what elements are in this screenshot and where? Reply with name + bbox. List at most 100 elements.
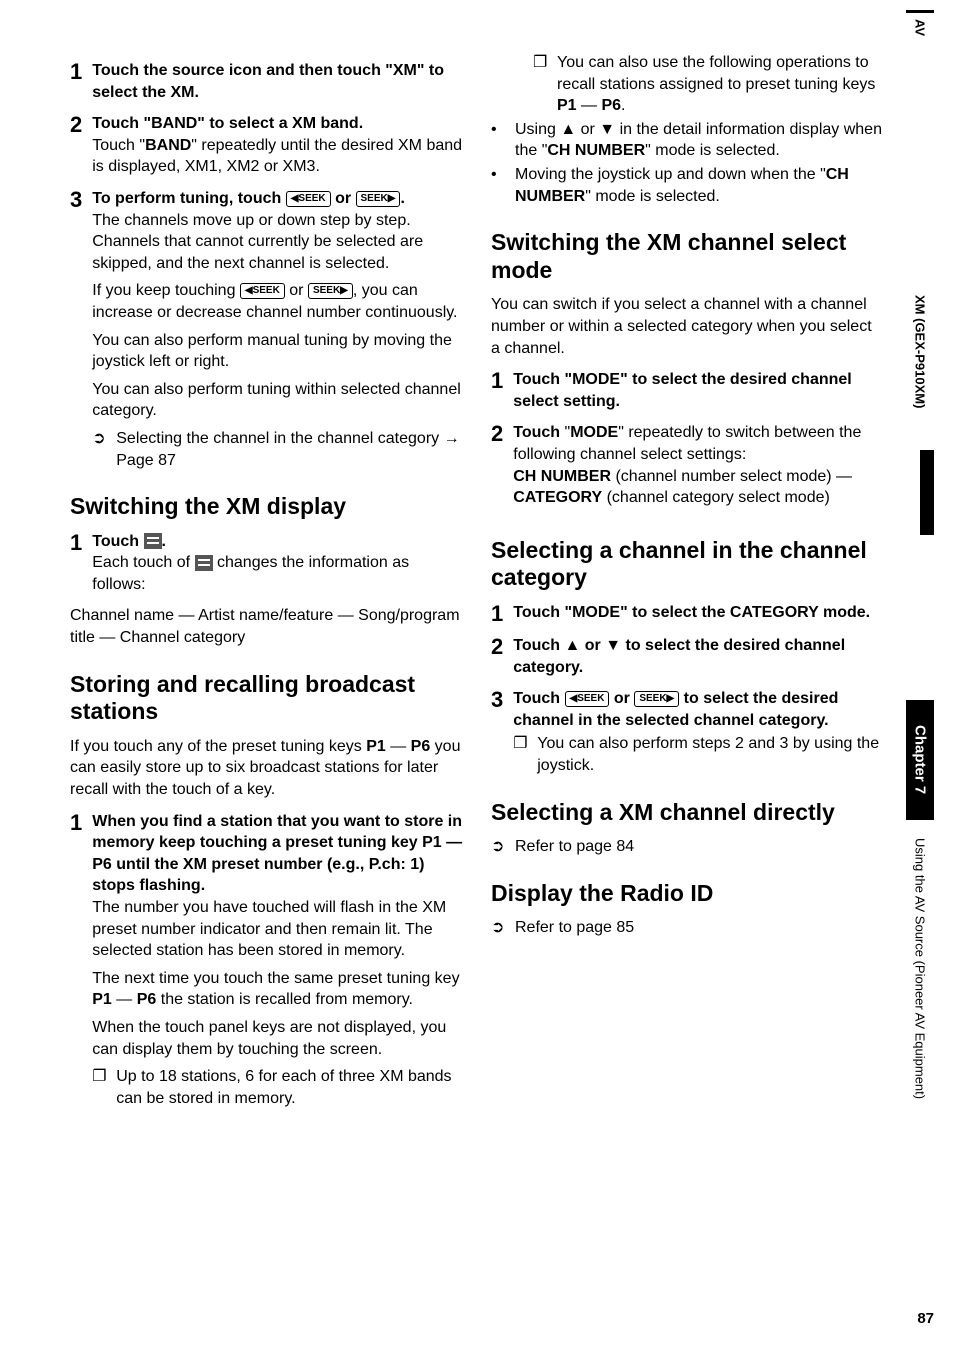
left-column: 1 Touch the source icon and then touch "… [70, 50, 463, 1113]
text-fragment: or [285, 282, 308, 299]
step-1: 1 Touch . Each touch of changes the info… [70, 531, 463, 602]
text-fragment: Refer to page 85 [515, 917, 884, 939]
tab-label: Chapter 7 [912, 725, 929, 794]
text-fragment: (channel number select mode) — [611, 468, 852, 485]
text-fragment: You can also use the following operation… [557, 54, 875, 93]
step-number: 1 [70, 531, 82, 602]
text-fragment: — [577, 97, 602, 114]
step-3: 3 To perform tuning, touch ◀SEEK or SEEK… [70, 188, 463, 471]
body-text: When the touch panel keys are not displa… [92, 1017, 463, 1060]
seek-next-icon: SEEK▶ [356, 191, 401, 207]
step-2: 2 Touch "MODE" repeatedly to switch betw… [491, 422, 884, 514]
text-fragment: Selecting the channel in the channel cat… [116, 430, 443, 447]
step-lead: To perform tuning, touch [92, 190, 285, 207]
body-text: CH NUMBER (channel number select mode) —… [513, 466, 884, 509]
step-3: 3 Touch ◀SEEK or SEEK▶ to select the des… [491, 688, 884, 776]
inline-bold: P6 [601, 97, 621, 114]
inline-bold: P6 [411, 738, 431, 755]
inline-bold: P1 [557, 97, 577, 114]
tab-label: Using the AV Source (Pioneer AV Equipmen… [913, 838, 928, 1190]
inline-bold: P6 [137, 991, 157, 1008]
side-tab-using: Using the AV Source (Pioneer AV Equipmen… [906, 830, 934, 1190]
body-text: The channels move up or down step by ste… [92, 210, 463, 275]
step-lead: Touch [92, 533, 143, 550]
text-fragment: — [386, 738, 411, 755]
body-text: You can also perform tuning within selec… [92, 379, 463, 422]
step-lead: Touch the source icon and then touch "XM… [92, 62, 444, 101]
body-text: Channel name — Artist name/feature — Son… [70, 605, 463, 648]
right-column: ❐ You can also use the following operati… [491, 50, 884, 1113]
text-fragment: If you touch any of the preset tuning ke… [70, 738, 366, 755]
text-fragment: Refer to page 84 [515, 836, 884, 858]
text-fragment: If you keep touching [92, 282, 240, 299]
text-fragment: Moving the joystick up and down when the… [515, 166, 826, 183]
text-fragment: You can also perform steps 2 and 3 by us… [537, 733, 884, 776]
text-fragment: " [560, 424, 570, 441]
step-2: 2 Touch "BAND" to select a XM band. Touc… [70, 113, 463, 178]
side-tab-chapter: Chapter 7 [906, 700, 934, 820]
seek-prev-icon: ◀SEEK [240, 283, 285, 299]
page-number: 87 [917, 1310, 934, 1327]
step-2: 2 Touch ▲ or ▼ to select the desired cha… [491, 635, 884, 678]
step-lead: When you find a station that you want to… [92, 813, 462, 895]
seek-prev-icon: ◀SEEK [286, 191, 331, 207]
step-number: 1 [70, 811, 82, 1110]
section-heading: Switching the XM display [70, 493, 463, 521]
seek-prev-icon: ◀SEEK [565, 691, 610, 707]
inline-bold: BAND [145, 137, 191, 154]
section-heading: Selecting a XM channel directly [491, 799, 884, 827]
inline-bold: CH NUMBER [513, 468, 611, 485]
step-lead: . [400, 190, 404, 207]
display-icon [144, 533, 162, 549]
text-fragment: Page 87 [116, 452, 176, 469]
inline-bold: P1 [366, 738, 386, 755]
step-1: 1 Touch "MODE" to select the CATEGORY mo… [491, 602, 884, 625]
note-icon: ❐ [513, 733, 529, 776]
step-number: 3 [70, 188, 82, 471]
step-lead: or [609, 690, 634, 707]
step-1: 1 Touch the source icon and then touch "… [70, 60, 463, 103]
crossref-icon: ➲ [491, 917, 507, 939]
crossref-icon: ➲ [92, 428, 108, 471]
inline-bold: MODE [570, 424, 618, 441]
text-fragment: . [621, 97, 625, 114]
text-fragment: Each touch of [92, 554, 194, 571]
text-fragment: the station is recalled from memory. [156, 991, 413, 1008]
tab-label: XM (GEX-P910XM) [913, 295, 928, 408]
text-fragment: " mode is selected. [645, 142, 780, 159]
step-number: 1 [491, 602, 503, 625]
body-text: You can switch if you select a channel w… [491, 294, 884, 359]
step-lead: Touch "MODE" to select the desired chann… [513, 371, 852, 410]
step-lead: or [331, 190, 356, 207]
side-tab-av: AV [906, 10, 934, 80]
bullet-icon: • [491, 164, 507, 207]
body-text: You can also perform manual tuning by mo… [92, 330, 463, 373]
inline-bold: CATEGORY [513, 489, 602, 506]
text-fragment: Up to 18 stations, 6 for each of three X… [116, 1066, 463, 1109]
step-lead: Touch "BAND" to select a XM band. [92, 115, 363, 132]
list-bullet: • Using ▲ or ▼ in the detail information… [491, 119, 884, 162]
step-number: 2 [491, 422, 503, 514]
step-lead: Touch ▲ or ▼ to select the desired chann… [513, 637, 845, 676]
crossref: ➲ Selecting the channel in the channel c… [92, 428, 463, 471]
seek-next-icon: SEEK▶ [308, 283, 353, 299]
step-lead: Touch [513, 690, 564, 707]
step-text: Touch " [92, 137, 145, 154]
section-heading: Switching the XM channel select mode [491, 229, 884, 284]
inline-bold: CH NUMBER [547, 142, 645, 159]
step-number: 1 [70, 60, 82, 103]
note-bullet: ❐ Up to 18 stations, 6 for each of three… [92, 1066, 463, 1109]
body-text: If you touch any of the preset tuning ke… [70, 736, 463, 801]
side-tab-section: XM (GEX-P910XM) [906, 450, 934, 535]
section-heading: Storing and recalling broadcast stations [70, 671, 463, 726]
step-number: 3 [491, 688, 503, 776]
text-fragment: (channel category select mode) [602, 489, 830, 506]
step-number: 2 [70, 113, 82, 178]
note-icon: ❐ [92, 1066, 108, 1109]
step-lead: . [162, 533, 166, 550]
crossref: ➲ Refer to page 85 [491, 917, 884, 939]
body-text: If you keep touching ◀SEEK or SEEK▶, you… [92, 280, 463, 323]
section-heading: Display the Radio ID [491, 880, 884, 908]
body-text: The next time you touch the same preset … [92, 968, 463, 1011]
section-heading: Selecting a channel in the channel categ… [491, 537, 884, 592]
